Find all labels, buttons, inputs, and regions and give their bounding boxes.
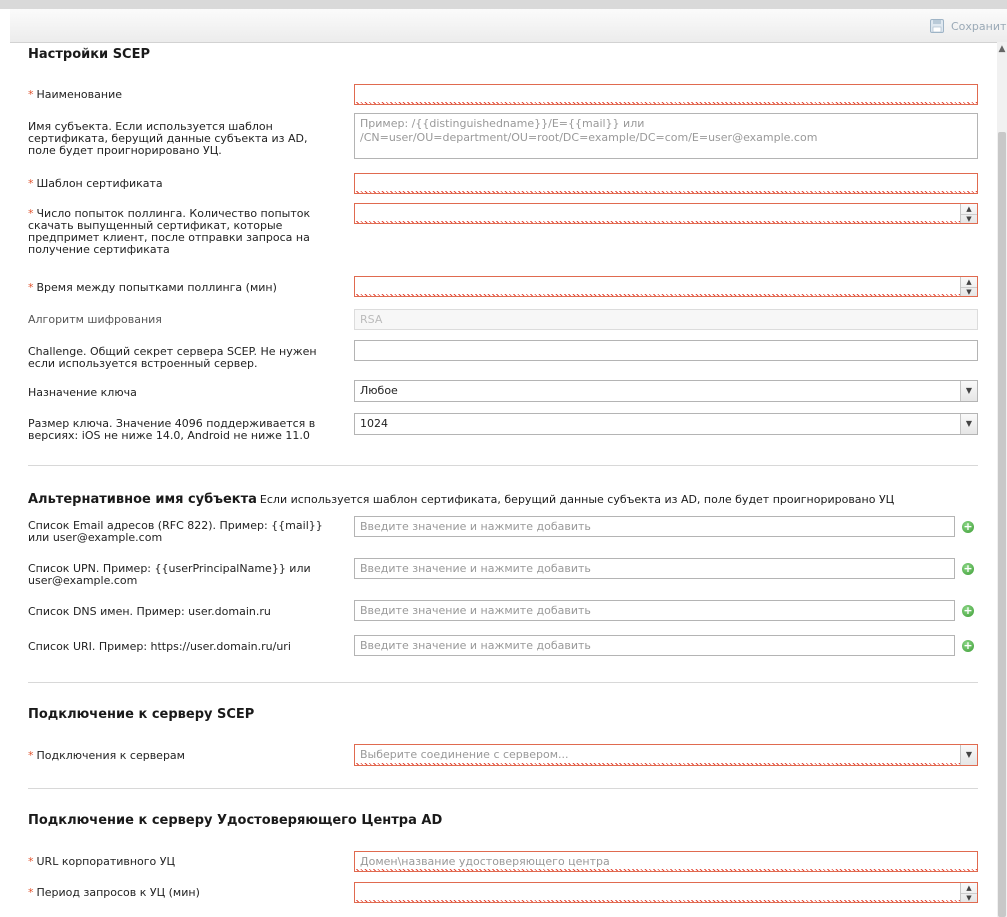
subject-label: Имя субъекта. Если используется шаблон с… [28,120,308,157]
add-email-icon[interactable]: + [962,521,974,533]
dns-list-input[interactable]: Введите значение и нажмите добавить [354,600,955,621]
san-note: Если используется шаблон сертификата, бе… [259,493,895,506]
add-uri-icon[interactable]: + [962,640,974,652]
form-content: Настройки SCEP * Наименование Имя субъект… [0,0,997,917]
divider [28,788,978,789]
chevron-down-icon[interactable]: ▼ [960,381,977,401]
server-section-title: Подключение к серверу SCEP [28,707,255,722]
polling-attempts-label: * Число попыток поллинга. Количество попы… [28,207,311,256]
ca-period-input[interactable]: ▲ ▼ [354,882,978,903]
email-list-input[interactable]: Введите значение и нажмите добавить [354,516,955,537]
key-size-label: Размер ключа. Значение 4096 поддерживает… [28,417,316,442]
polling-attempts-stepper[interactable]: ▲ ▼ [960,204,977,223]
divider [28,682,978,683]
key-purpose-label: Назначение ключа [28,386,137,399]
connections-label: * Подключения к серверам [28,749,185,762]
subject-textarea[interactable]: Пример: /{{distinguishedname}}/E={{mail}… [354,113,978,159]
subject-placeholder: Пример: /{{distinguishedname}}/E={{mail}… [360,117,818,144]
connections-select[interactable]: Выберите соединение с сервером... ▼ [354,744,978,766]
dns-list-label: Список DNS имен. Пример: user.domain.ru [28,605,271,618]
scroll-thumb[interactable] [998,132,1006,917]
upn-list-input[interactable]: Введите значение и нажмите добавить [354,558,955,579]
ca-period-label: * Период запросов к УЦ (мин) [28,886,200,899]
san-section-title: Альтернативное имя субъекта Если использу… [28,492,895,507]
algorithm-input: RSA [354,309,978,330]
polling-attempts-input[interactable]: ▲ ▼ [354,203,978,224]
ca-period-stepper[interactable]: ▲ ▼ [960,883,977,902]
divider [28,465,978,466]
uri-list-input[interactable]: Введите значение и нажмите добавить [354,635,955,656]
name-input[interactable] [354,84,978,105]
key-size-select[interactable]: 1024 ▼ [354,413,978,435]
polling-interval-stepper[interactable]: ▲ ▼ [960,277,977,296]
template-label: * Шаблон сертификата [28,177,163,190]
scep-section-title: Настройки SCEP [28,47,151,62]
key-purpose-select[interactable]: Любое ▼ [354,380,978,402]
algorithm-label: Алгоритм шифрования [28,313,162,326]
chevron-down-icon[interactable]: ▼ [960,414,977,434]
name-label: * Наименование [28,88,122,101]
uri-list-label: Список URI. Пример: https://user.domain.… [28,640,291,653]
chevron-down-icon[interactable]: ▼ [960,745,977,765]
spin-down-icon: ▼ [966,893,972,902]
email-list-label: Список Email адресов (RFC 822). Пример: … [28,519,323,544]
challenge-label: Challenge. Общий секрет сервера SCEP. Не… [28,345,317,370]
ca-section-title: Подключение к серверу Удостоверяющего Це… [28,813,443,828]
upn-list-label: Список UPN. Пример: {{userPrincipalName}… [28,562,311,587]
template-input[interactable] [354,173,978,194]
add-upn-icon[interactable]: + [962,563,974,575]
add-dns-icon[interactable]: + [962,605,974,617]
polling-interval-label: * Время между попытками поллинга (мин) [28,281,277,294]
ca-url-label: * URL корпоративного УЦ [28,855,176,868]
ca-url-input[interactable]: Домен\название удостоверяющего центра [354,851,978,872]
scrollbar[interactable]: ▲ [997,42,1007,917]
polling-interval-input[interactable]: ▲ ▼ [354,276,978,297]
challenge-input[interactable] [354,340,978,361]
spin-down-icon: ▼ [966,214,972,223]
scroll-up-icon[interactable]: ▲ [998,45,1006,54]
spin-down-icon: ▼ [966,287,972,296]
